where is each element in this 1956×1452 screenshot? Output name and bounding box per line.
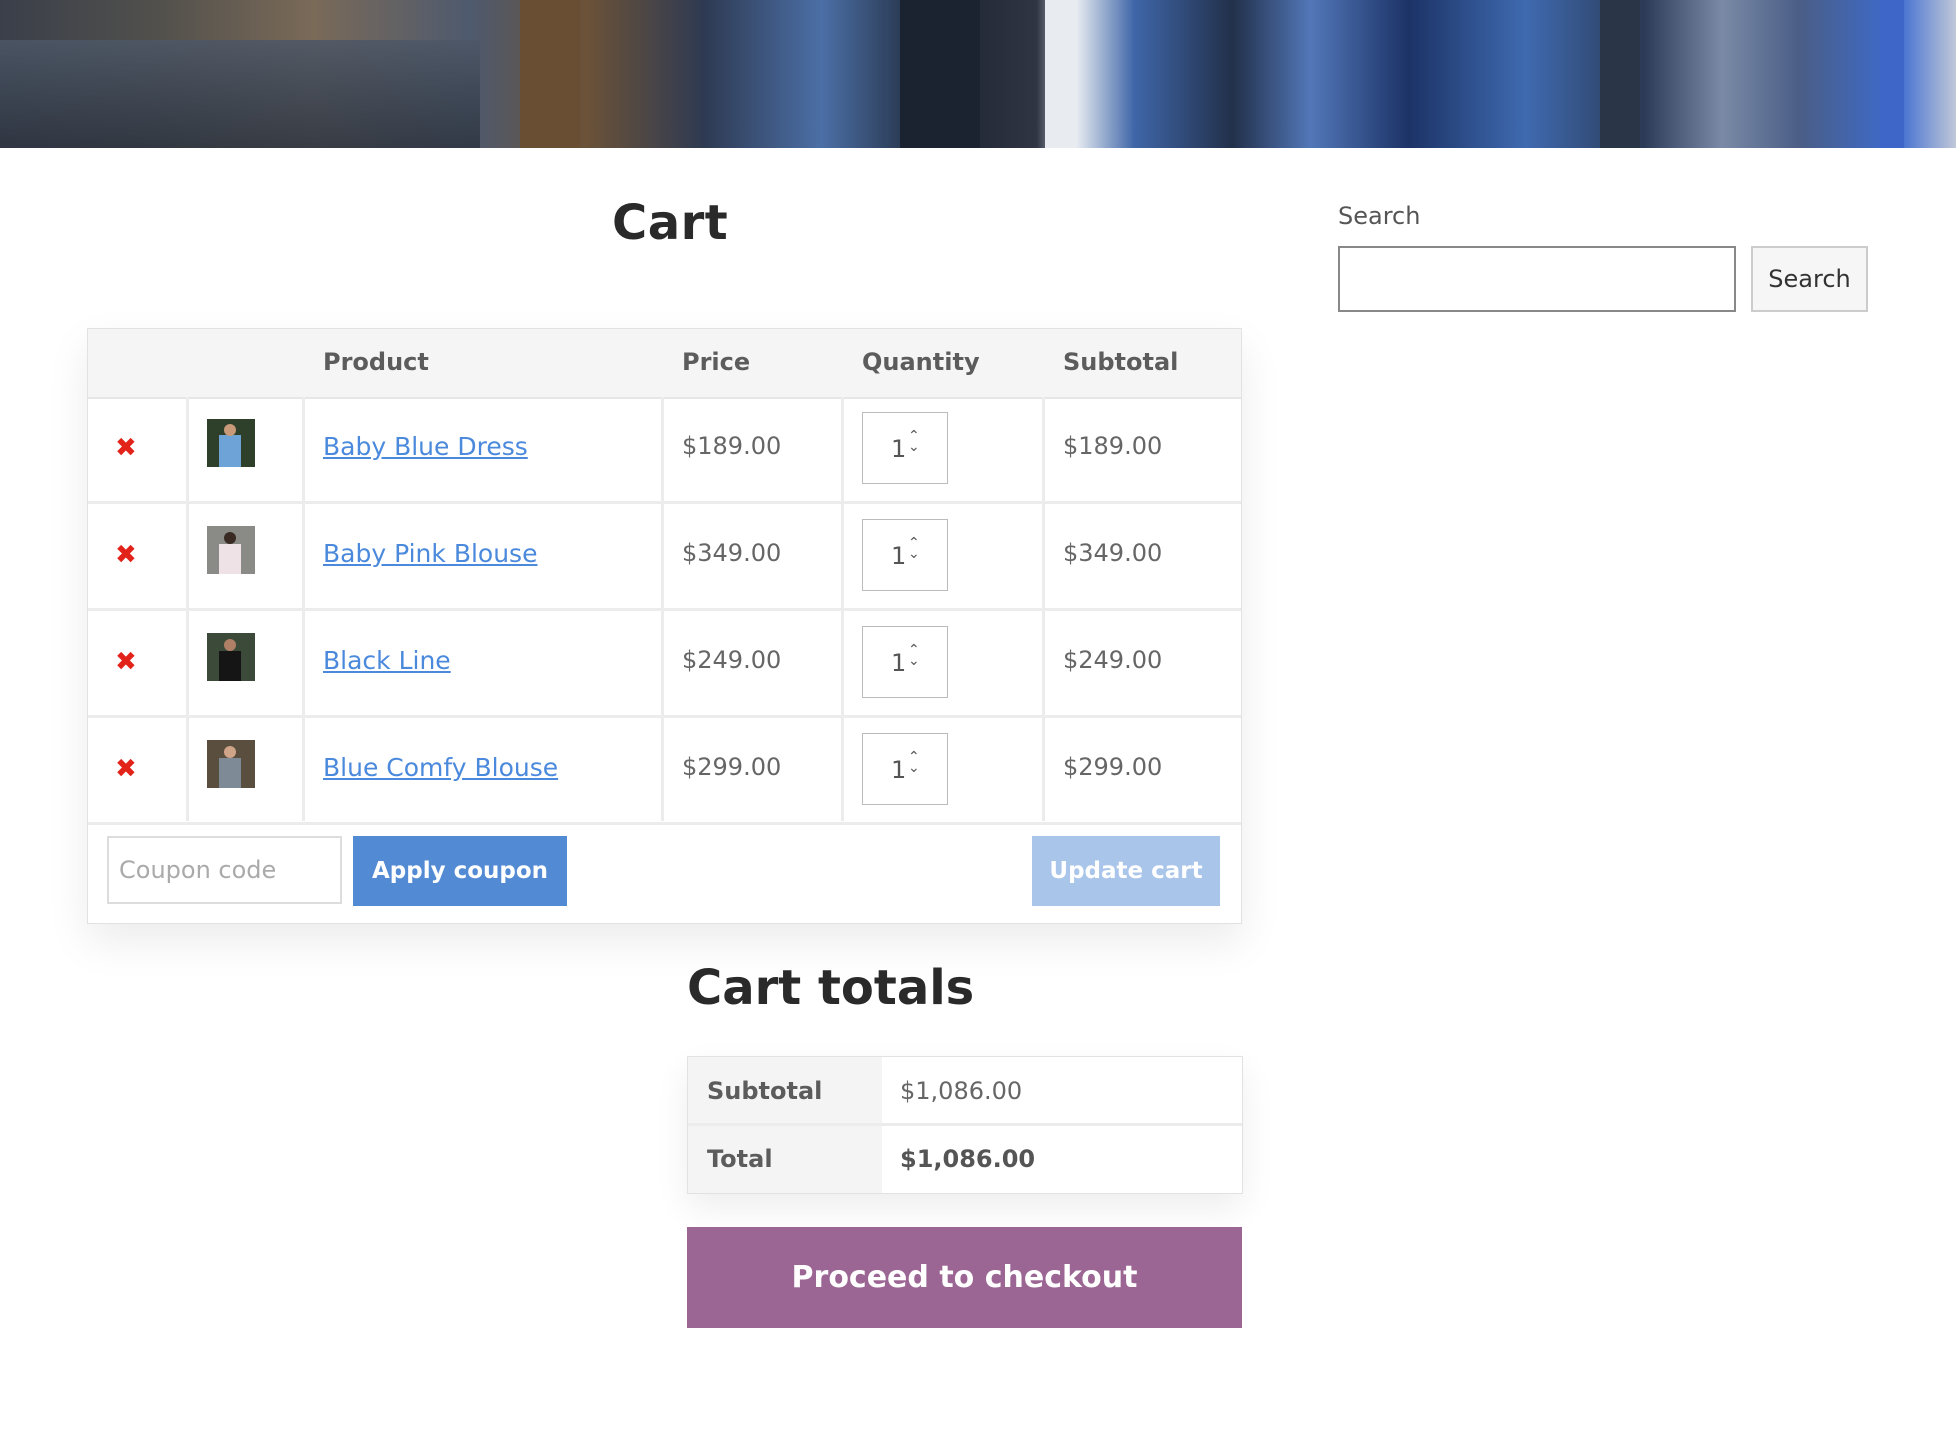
header-subtotal: Subtotal [1063,348,1179,376]
quantity-input[interactable]: 1 ⌃ ⌄ [862,733,948,805]
product-link[interactable]: Black Line [323,646,451,675]
cart-row: ✖ Baby Pink Blouse $349.00 1 ⌃ ⌄ $349.00 [88,504,1241,611]
quantity-spinner-icon[interactable]: ⌃ ⌄ [908,536,920,561]
totals-total-label: Total [707,1145,773,1173]
cart-table: Product Price Quantity Subtotal ✖ Baby B… [87,328,1242,924]
product-price: $299.00 [682,753,782,781]
cart-row: ✖ Blue Comfy Blouse $299.00 1 ⌃ ⌄ $299.00 [88,718,1241,825]
quantity-input[interactable]: 1 ⌃ ⌄ [862,519,948,591]
product-price: $189.00 [682,432,782,460]
hero-shelf-decoration [0,40,480,148]
remove-icon[interactable]: ✖ [115,754,137,784]
hero-decoration [1600,0,1640,148]
remove-icon[interactable]: ✖ [115,540,137,570]
product-thumbnail[interactable] [207,526,255,574]
row-subtotal: $249.00 [1063,646,1163,674]
totals-divider [688,1123,1242,1126]
hero-banner-image [0,0,1956,148]
apply-coupon-button[interactable]: Apply coupon [353,836,567,906]
remove-icon[interactable]: ✖ [115,433,137,463]
search-label: Search [1338,202,1421,230]
row-subtotal: $189.00 [1063,432,1163,460]
product-thumbnail[interactable] [207,740,255,788]
cart-totals-table: Subtotal $1,086.00 Total $1,086.00 [687,1056,1243,1194]
coupon-code-input[interactable] [107,836,342,904]
quantity-value: 1 [891,756,907,784]
cart-table-header: Product Price Quantity Subtotal [88,329,1241,399]
totals-total-value: $1,086.00 [900,1145,1036,1173]
product-price: $349.00 [682,539,782,567]
quantity-spinner-icon[interactable]: ⌃ ⌄ [908,643,920,668]
hero-decoration [520,0,580,148]
remove-icon[interactable]: ✖ [115,647,137,677]
cart-totals-title: Cart totals [687,960,975,1016]
quantity-input[interactable]: 1 ⌃ ⌄ [862,626,948,698]
proceed-to-checkout-button[interactable]: Proceed to checkout [687,1227,1242,1328]
search-input[interactable] [1338,246,1736,312]
row-subtotal: $349.00 [1063,539,1163,567]
product-thumbnail[interactable] [207,633,255,681]
product-price: $249.00 [682,646,782,674]
product-link[interactable]: Baby Blue Dress [323,432,528,461]
hero-decoration [1880,0,1904,148]
quantity-input[interactable]: 1 ⌃ ⌄ [862,412,948,484]
search-button[interactable]: Search [1751,246,1868,312]
hero-decoration [900,0,980,148]
row-subtotal: $299.00 [1063,753,1163,781]
product-link[interactable]: Blue Comfy Blouse [323,753,558,782]
header-price: Price [682,348,751,376]
quantity-spinner-icon[interactable]: ⌃ ⌄ [908,429,920,454]
page-title: Cart [612,195,729,251]
totals-subtotal-label: Subtotal [707,1077,823,1105]
hero-decoration [1045,0,1075,148]
quantity-value: 1 [891,649,907,677]
product-thumbnail[interactable] [207,419,255,467]
cart-row: ✖ Black Line $249.00 1 ⌃ ⌄ $249.00 [88,611,1241,718]
product-link[interactable]: Baby Pink Blouse [323,539,537,568]
header-product: Product [323,348,429,376]
totals-subtotal-value: $1,086.00 [900,1077,1023,1105]
quantity-value: 1 [891,435,907,463]
cart-row: ✖ Baby Blue Dress $189.00 1 ⌃ ⌄ $189.00 [88,397,1241,504]
header-quantity: Quantity [862,348,980,376]
quantity-spinner-icon[interactable]: ⌃ ⌄ [908,750,920,775]
quantity-value: 1 [891,542,907,570]
update-cart-button[interactable]: Update cart [1032,836,1220,906]
